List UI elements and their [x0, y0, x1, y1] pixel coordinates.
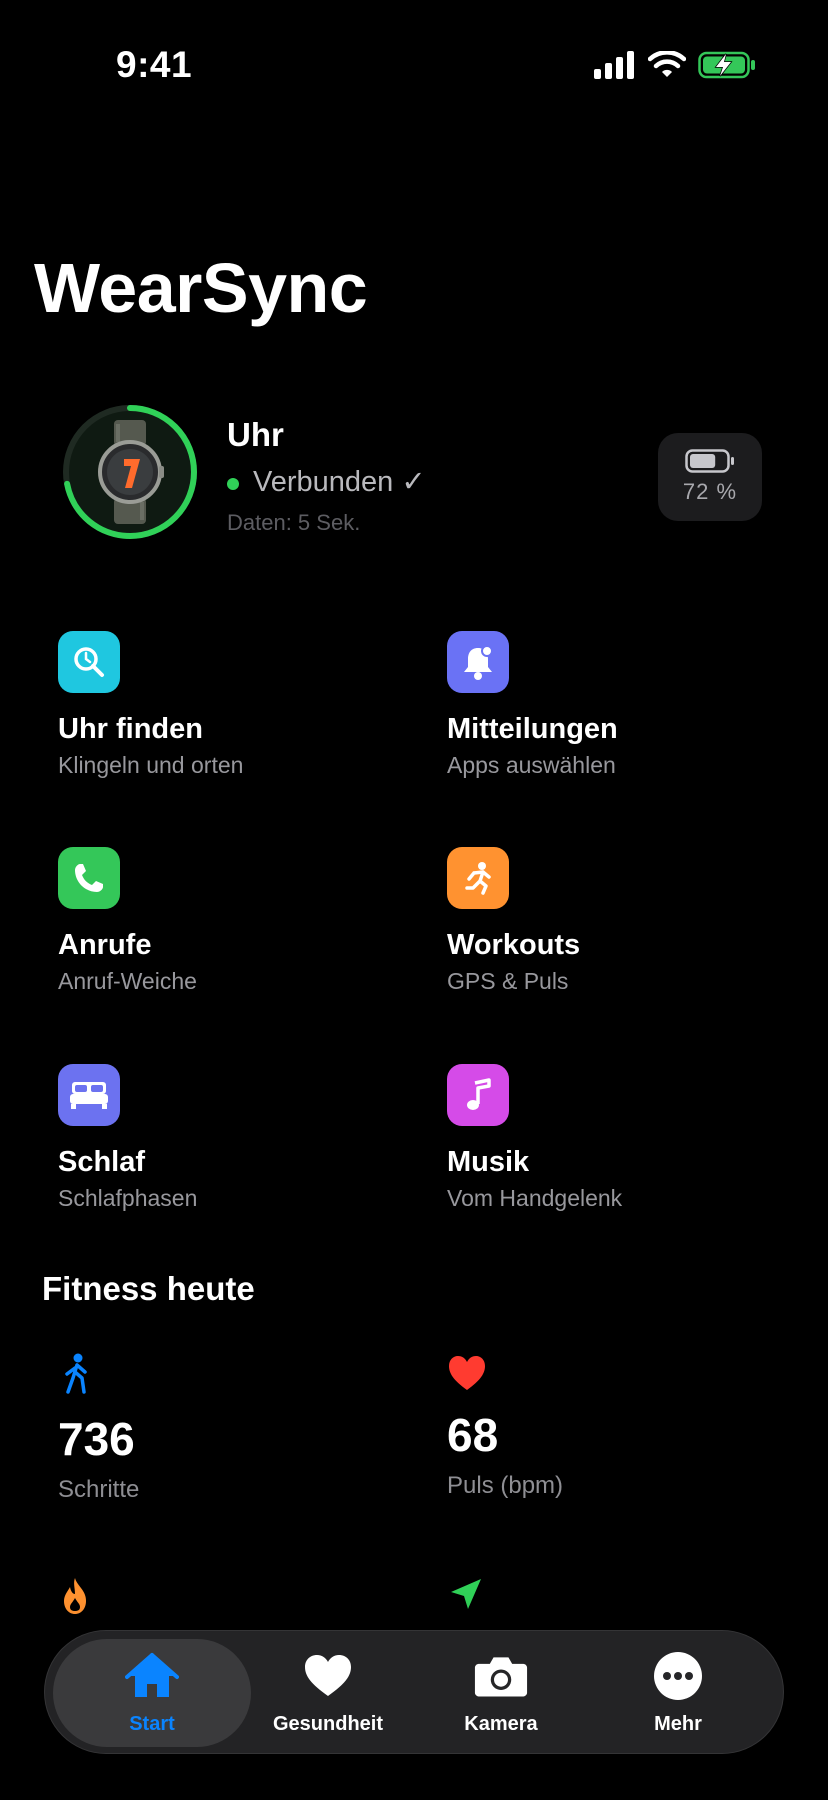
battery-percentage: 72 % — [682, 479, 738, 504]
device-card[interactable]: Uhr Verbunden ✓ Daten: 5 Sek. 72 % — [60, 402, 770, 550]
tab-gesundheit[interactable]: Gesundheit — [241, 1631, 415, 1755]
tab-bar: Start Gesundheit Kamera Mehr — [44, 1630, 784, 1754]
running-icon — [447, 847, 509, 909]
find-watch-icon — [58, 631, 120, 693]
bell-icon — [447, 631, 509, 693]
metric-label: Puls (bpm) — [447, 1472, 564, 1499]
status-bar: 9:41 — [0, 0, 828, 135]
metric-value: 736 — [58, 1413, 135, 1465]
bed-icon — [58, 1064, 120, 1126]
feature-title: Workouts — [447, 929, 581, 961]
wifi-icon — [648, 51, 686, 77]
tab-label: Start — [129, 1713, 175, 1735]
device-name: Uhr — [227, 416, 284, 453]
status-icons — [594, 50, 756, 80]
metric-steps[interactable]: 736 Schritte — [58, 1352, 398, 1503]
feature-subtitle: GPS & Puls — [447, 968, 569, 994]
device-status: Verbunden ✓ — [227, 464, 426, 499]
walking-icon — [65, 1353, 87, 1394]
tab-kamera[interactable]: Kamera — [414, 1631, 588, 1755]
music-note-icon — [447, 1064, 509, 1126]
device-sync-time: Daten: 5 Sek. — [227, 510, 361, 535]
more-icon — [651, 1651, 705, 1701]
tab-label: Mehr — [654, 1713, 702, 1735]
battery-icon — [685, 449, 734, 473]
feature-subtitle: Klingeln und orten — [58, 752, 244, 778]
feature-title: Schlaf — [58, 1146, 146, 1178]
feature-title: Uhr finden — [58, 713, 203, 745]
location-arrow-icon — [451, 1579, 481, 1609]
section-title-fitness: Fitness heute — [42, 1270, 255, 1307]
metric-heart-rate[interactable]: 68 Puls (bpm) — [447, 1352, 787, 1502]
feature-find-watch[interactable]: Uhr finden Klingeln und orten — [58, 631, 398, 791]
tab-mehr[interactable]: Mehr — [591, 1631, 765, 1755]
feature-music[interactable]: Musik Vom Handgelenk — [447, 1064, 787, 1224]
heart-icon — [449, 1356, 485, 1390]
heart-icon — [301, 1651, 355, 1701]
tab-start[interactable]: Start — [65, 1631, 239, 1755]
device-status-label: Verbunden ✓ — [253, 466, 426, 498]
feature-title: Musik — [447, 1146, 530, 1178]
feature-sleep[interactable]: Schlaf Schlafphasen — [58, 1064, 398, 1224]
status-time: 9:41 — [116, 44, 193, 85]
house-icon — [125, 1651, 179, 1701]
connected-dot — [227, 477, 239, 490]
metric-value: 68 — [447, 1409, 499, 1461]
tab-label: Kamera — [464, 1713, 538, 1735]
battery-charging-icon — [698, 51, 755, 79]
watch-connection-ring — [63, 405, 197, 539]
flame-icon — [64, 1578, 86, 1614]
tab-label: Gesundheit — [272, 1713, 383, 1735]
camera-icon — [474, 1651, 528, 1701]
feature-notifications[interactable]: Mitteilungen Apps auswählen — [447, 631, 787, 791]
feature-subtitle: Anruf-Weiche — [58, 968, 197, 994]
phone-icon — [58, 847, 120, 909]
watch-battery-badge: 72 % — [658, 433, 762, 521]
feature-calls[interactable]: Anrufe Anruf-Weiche — [58, 847, 398, 1007]
feature-workouts[interactable]: Workouts GPS & Puls — [447, 847, 787, 1007]
feature-title: Mitteilungen — [447, 713, 618, 745]
feature-subtitle: Apps auswählen — [447, 752, 616, 778]
feature-title: Anrufe — [58, 929, 152, 961]
metric-label: Schritte — [58, 1476, 140, 1503]
cellular-signal-icon — [594, 51, 634, 79]
feature-subtitle: Vom Handgelenk — [447, 1185, 623, 1211]
feature-subtitle: Schlafphasen — [58, 1185, 198, 1211]
page-title: WearSync — [34, 249, 368, 327]
